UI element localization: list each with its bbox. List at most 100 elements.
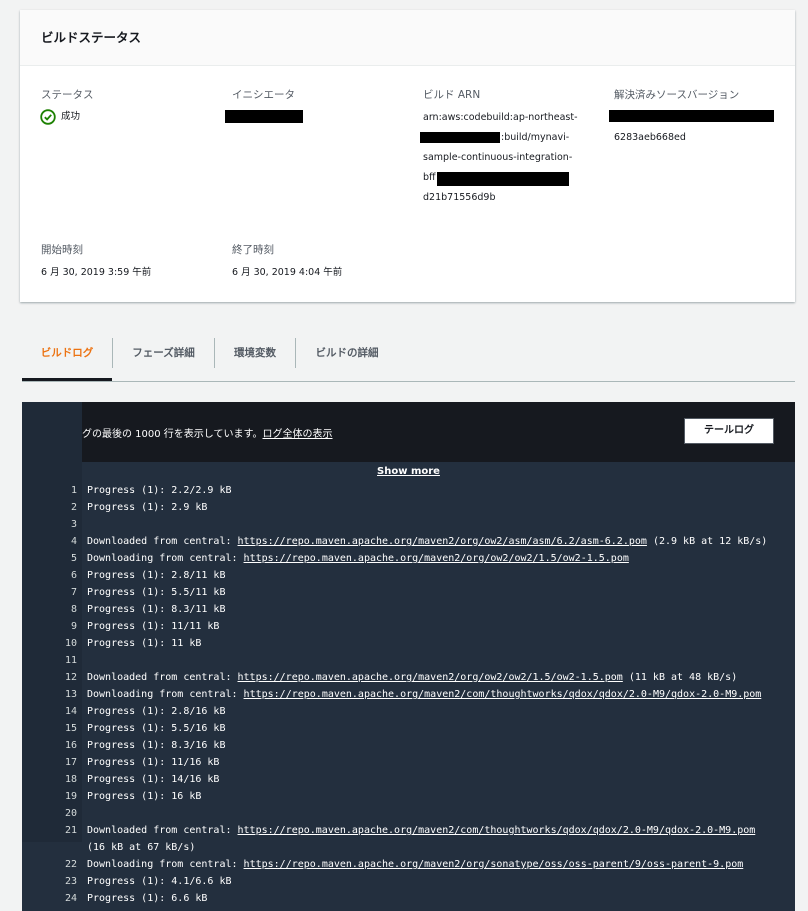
log-lines: 1 Progress (1): 2.2/2.9 kB 2 Progress (1): … <box>22 482 795 907</box>
log-line-number: 6 <box>70 570 77 581</box>
log-header: ビルドログの最後の 1000 行を表示しています。ログ全体の表示 テールログ <box>22 402 795 462</box>
log-line-prefix: Progress (1): 4.1/6.6 kB <box>87 876 232 887</box>
log-line: 16 Progress (1): 8.3/16 kB <box>22 737 795 754</box>
log-line-number: 13 <box>64 689 77 700</box>
log-line: 15 Progress (1): 5.5/16 kB <box>22 720 795 737</box>
arn-line-3: sample-continuous-integration- <box>423 152 573 163</box>
initiator-label: イニシエータ <box>232 89 295 101</box>
log-line-text: Progress (1): 11/11 kB <box>87 618 795 635</box>
tab-build-log[interactable]: ビルドログ <box>22 327 112 381</box>
log-line-prefix: Downloaded from central: <box>87 672 238 683</box>
log-line-url-link[interactable]: https://repo.maven.apache.org/maven2/org… <box>244 553 629 564</box>
end-time-label: 終了時刻 <box>232 244 274 256</box>
log-line-url-link[interactable]: https://repo.maven.apache.org/maven2/org… <box>244 859 744 870</box>
log-line-number: 2 <box>70 502 77 513</box>
log-line: 13 Downloading from central: https://repo… <box>22 686 795 703</box>
log-line: 12 Downloaded from central: https://repo.… <box>22 669 795 686</box>
log-line-number: 22 <box>64 859 77 870</box>
tab-build-details[interactable]: ビルドの詳細 <box>296 327 398 380</box>
source-version-value: 6283aeb668ed <box>614 132 686 143</box>
log-line-prefix: Progress (1): 14/16 kB <box>87 774 220 785</box>
log-line-text: Progress (1): 16 kB <box>87 788 795 805</box>
log-line-number: 7 <box>70 587 77 598</box>
tab-bar: ビルドログ フェーズ詳細 環境変数 ビルドの詳細 <box>22 327 795 382</box>
log-line-text: Progress (1): 11 kB <box>87 635 795 652</box>
arn-line-1: arn:aws:codebuild:ap-northeast- <box>423 112 578 123</box>
arn-label: ビルド ARN <box>423 89 481 101</box>
log-line-prefix: Progress (1): 8.3/16 kB <box>87 740 226 751</box>
log-message: ビルドログの最後の 1000 行を表示しています。ログ全体の表示 <box>42 425 333 440</box>
log-line-url-link[interactable]: https://repo.maven.apache.org/maven2/com… <box>238 825 756 836</box>
log-line-prefix: Progress (1): 2.9 kB <box>87 502 208 513</box>
log-line-text: Progress (1): 2.2/2.9 kB <box>87 482 795 499</box>
initiator-redacted <box>225 110 303 123</box>
log-line-text: Progress (1): 4.1/6.6 kB <box>87 873 795 890</box>
source-version-label: 解決済みソースバージョン <box>614 89 740 101</box>
log-line-text: Progress (1): 8.3/16 kB <box>87 737 795 754</box>
log-line-prefix: Progress (1): 11/16 kB <box>87 757 220 768</box>
log-line-prefix: Progress (1): 6.6 kB <box>87 893 208 904</box>
log-line-text: Downloading from central: https://repo.m… <box>87 550 795 567</box>
end-time-value: 6 月 30, 2019 4:04 午前 <box>232 267 343 278</box>
log-line-suffix: (16 kB at 67 kB/s) <box>87 842 196 853</box>
log-line: 2 Progress (1): 2.9 kB <box>22 499 795 516</box>
log-line-prefix: Downloaded from central: <box>87 536 238 547</box>
view-full-log-link[interactable]: ログ全体の表示 <box>263 429 333 440</box>
log-line-number: 16 <box>64 740 77 751</box>
log-line-number: 23 <box>64 876 77 887</box>
log-line-number: 21 <box>64 825 77 836</box>
log-line-text: Progress (1): 5.5/16 kB <box>87 720 795 737</box>
log-line-prefix: Progress (1): 11/11 kB <box>87 621 220 632</box>
log-line-text: Progress (1): 2.9 kB <box>87 499 795 516</box>
log-line: 11 <box>22 652 795 669</box>
log-line-prefix: Downloading from central: <box>87 859 244 870</box>
log-line-text: Progress (1): 11/16 kB <box>87 754 795 771</box>
log-line-number: 14 <box>64 706 77 717</box>
log-line: 7 Progress (1): 5.5/11 kB <box>22 584 795 601</box>
build-log-panel: ビルドログの最後の 1000 行を表示しています。ログ全体の表示 テールログ S… <box>22 402 795 911</box>
log-line: 9 Progress (1): 11/11 kB <box>22 618 795 635</box>
success-check-icon <box>40 109 56 125</box>
log-line-number: 3 <box>70 519 77 530</box>
tab-phase-details[interactable]: フェーズ詳細 <box>113 327 214 380</box>
log-line-number: 1 <box>70 485 77 496</box>
log-line-number: 8 <box>70 604 77 615</box>
log-line-text: Downloading from central: https://repo.m… <box>87 686 795 703</box>
source-version-redacted <box>609 110 774 122</box>
log-line-url-link[interactable]: https://repo.maven.apache.org/maven2/com… <box>244 689 762 700</box>
log-line-prefix: Downloading from central: <box>87 553 244 564</box>
arn-line-2: :build/mynavi- <box>501 132 570 143</box>
log-line-text: Downloaded from central: https://repo.ma… <box>87 822 777 856</box>
log-line-suffix: (11 kB at 48 kB/s) <box>622 672 738 683</box>
log-line: 5 Downloading from central: https://repo.… <box>22 550 795 567</box>
tab-environment-variables[interactable]: 環境変数 <box>215 327 295 380</box>
log-line-text: Downloading from central: https://repo.m… <box>87 856 795 873</box>
log-line-prefix: Progress (1): 16 kB <box>87 791 202 802</box>
log-line: 24 Progress (1): 6.6 kB <box>22 890 795 907</box>
log-line: 21 Downloaded from central: https://repo.… <box>22 822 795 856</box>
arn-line-5: d21b71556d9b <box>423 192 496 203</box>
log-line-suffix: (2.9 kB at 12 kB/s) <box>646 536 768 547</box>
panel-title: ビルドステータス <box>41 30 142 45</box>
log-line-url-link[interactable]: https://repo.maven.apache.org/maven2/org… <box>238 536 647 547</box>
log-line-number: 5 <box>70 553 77 564</box>
log-line-text: Progress (1): 2.8/16 kB <box>87 703 795 720</box>
log-line-number: 17 <box>64 757 77 768</box>
log-line-text: Progress (1): 5.5/11 kB <box>87 584 795 601</box>
log-line: 23 Progress (1): 4.1/6.6 kB <box>22 873 795 890</box>
build-status-panel: ビルドステータス ステータス 成功 イニシエータ ビルド ARN arn:aws… <box>20 10 795 302</box>
log-line: 3 <box>22 516 795 533</box>
log-line-prefix: Progress (1): 5.5/11 kB <box>87 587 226 598</box>
log-line: 4 Downloaded from central: https://repo.m… <box>22 533 795 550</box>
log-line-number: 15 <box>64 723 77 734</box>
log-line-prefix: Progress (1): 2.8/11 kB <box>87 570 226 581</box>
log-line-number: 19 <box>64 791 77 802</box>
log-line-prefix: Progress (1): 5.5/16 kB <box>87 723 226 734</box>
log-line: 17 Progress (1): 11/16 kB <box>22 754 795 771</box>
log-line: 10 Progress (1): 11 kB <box>22 635 795 652</box>
tail-log-button[interactable]: テールログ <box>684 418 774 444</box>
log-line: 22 Downloading from central: https://repo… <box>22 856 795 873</box>
log-line-url-link[interactable]: https://repo.maven.apache.org/maven2/org… <box>238 672 623 683</box>
show-more-link[interactable]: Show more <box>22 466 795 477</box>
start-time-label: 開始時刻 <box>41 244 83 256</box>
